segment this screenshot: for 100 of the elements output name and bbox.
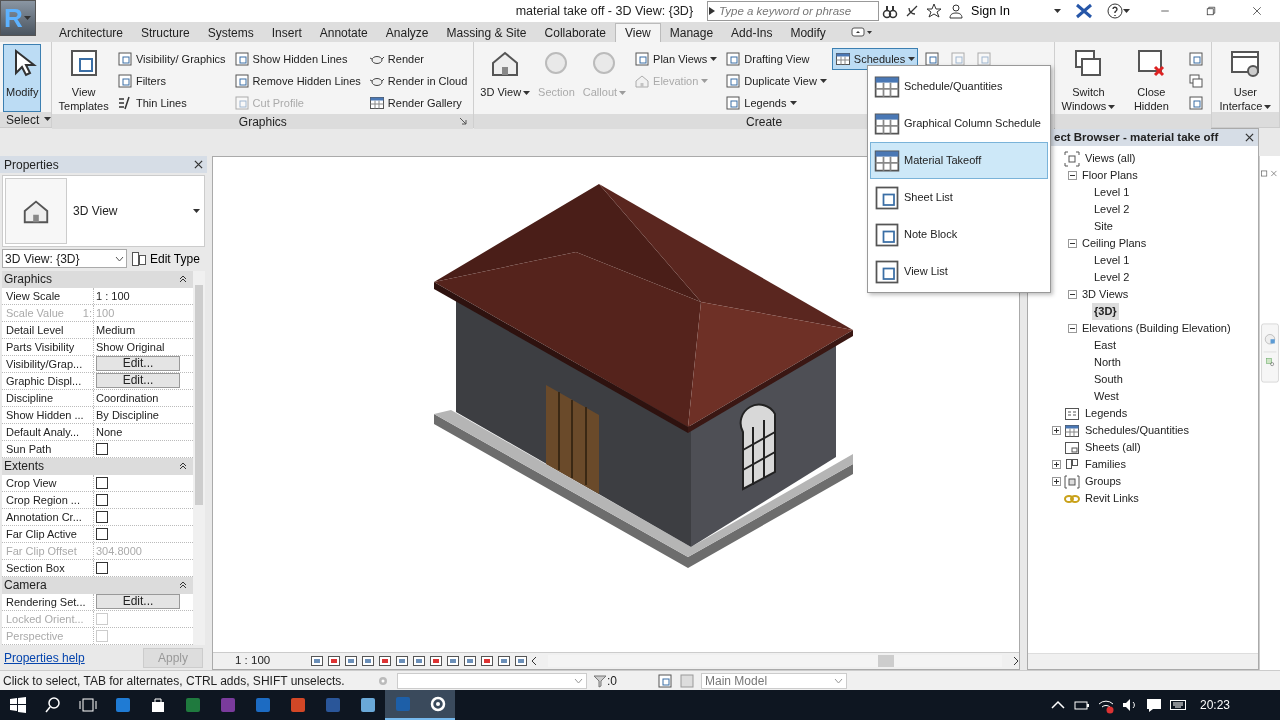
ribbon-button[interactable]: Close Hidden <box>1120 44 1182 112</box>
ribbon-tab[interactable]: Add-Ins <box>722 23 782 42</box>
app-icon[interactable] <box>253 696 272 714</box>
tree-item[interactable]: Groups <box>1083 473 1124 490</box>
scroll-bar[interactable] <box>548 655 1002 667</box>
checkbox[interactable] <box>96 527 108 540</box>
checkbox[interactable] <box>96 476 108 489</box>
ribbon-button[interactable]: Plan Views <box>631 48 721 70</box>
tree-item[interactable]: Revit Links <box>1083 490 1141 507</box>
ribbon-tab[interactable]: Massing & Site <box>437 23 536 42</box>
tree-item[interactable]: Sheets (all) <box>1083 439 1143 456</box>
view-icon[interactable] <box>1187 51 1204 67</box>
windows-icon[interactable] <box>1187 73 1204 89</box>
edit-button[interactable]: Edit... <box>96 356 180 372</box>
app-icon[interactable] <box>183 696 202 714</box>
close-icon[interactable] <box>1251 5 1263 17</box>
view-control-icon[interactable] <box>463 655 478 667</box>
search-icon[interactable] <box>43 696 62 714</box>
scroll-bar[interactable] <box>193 270 205 646</box>
instance-dropdown[interactable]: 3D View: {3D} <box>2 249 127 269</box>
view-control-icon[interactable] <box>310 655 325 667</box>
workset-dropdown[interactable]: Main Model <box>701 672 847 689</box>
expand-icon[interactable] <box>1052 460 1061 469</box>
ribbon-button[interactable]: Render <box>365 48 471 70</box>
menu-item[interactable]: Sheet List <box>870 179 1048 216</box>
view-control-icon[interactable] <box>514 655 529 667</box>
type-selector[interactable]: 3D View <box>2 175 205 247</box>
menu-item[interactable]: Graphical Column Schedule <box>870 105 1048 142</box>
edit-type-button[interactable]: Edit Type <box>131 249 200 268</box>
ribbon-button[interactable]: Legends <box>722 92 830 114</box>
task-view-icon[interactable] <box>78 696 97 714</box>
ribbon-tab[interactable]: Insert <box>262 23 311 42</box>
menu-item[interactable]: Material Takeoff <box>870 142 1048 179</box>
tree-item[interactable]: Site <box>1092 218 1115 235</box>
notification-icon[interactable] <box>1144 696 1163 714</box>
scroll-bar[interactable] <box>1028 653 1258 669</box>
tree-item[interactable]: {3D} <box>1092 303 1119 320</box>
tree-item[interactable]: Level 2 <box>1092 201 1132 218</box>
ribbon-button[interactable]: Duplicate View <box>722 70 830 92</box>
view-control-icon[interactable] <box>344 655 359 667</box>
app-icon[interactable] <box>218 696 237 714</box>
star-icon[interactable] <box>926 3 943 19</box>
close-icon[interactable] <box>194 160 203 169</box>
view-control-icon[interactable] <box>361 655 376 667</box>
checkbox[interactable] <box>96 493 108 506</box>
menu-item[interactable]: Note Block <box>870 216 1048 253</box>
ribbon-button[interactable]: Remove Hidden Lines <box>230 70 364 92</box>
dropdown-field[interactable] <box>397 672 587 689</box>
help-link[interactable]: Properties help <box>4 648 85 667</box>
menu-item[interactable]: View List <box>870 253 1048 290</box>
app-icon[interactable] <box>288 696 307 714</box>
scroll-left-icon[interactable] <box>531 657 538 665</box>
ribbon-tab[interactable]: Architecture <box>50 23 133 42</box>
collapse-icon[interactable] <box>179 581 187 590</box>
collapse-icon[interactable] <box>179 275 187 284</box>
search-field[interactable]: Type a keyword or phrase <box>707 1 880 21</box>
tree-item[interactable]: South <box>1092 371 1125 388</box>
view-control-icon[interactable] <box>446 655 461 667</box>
view-control-icon[interactable] <box>327 655 342 667</box>
tree-item[interactable]: Elevations (Building Elevation) <box>1080 320 1233 337</box>
ribbon-tab[interactable]: Manage <box>660 23 723 42</box>
tree-item[interactable]: Legends <box>1083 405 1130 422</box>
user-icon[interactable] <box>948 3 965 19</box>
ribbon-button[interactable]: Modify <box>3 44 42 112</box>
collapse-icon[interactable] <box>1068 171 1077 180</box>
editing-icon[interactable] <box>657 672 673 689</box>
ribbon-button[interactable]: Filters <box>113 70 229 92</box>
view-control-icon[interactable] <box>497 655 512 667</box>
launcher-icon[interactable] <box>460 118 468 125</box>
menu-item[interactable]: Schedule/Quantities <box>870 68 1048 105</box>
ribbon-tab[interactable]: Analyze <box>376 23 438 42</box>
panel-toggle-icon[interactable] <box>850 26 873 38</box>
tree-item[interactable]: Families <box>1083 456 1128 473</box>
restore-icon[interactable] <box>1261 170 1279 177</box>
sign-in-button[interactable]: Sign In <box>967 1 1014 21</box>
ribbon-button[interactable]: Render in Cloud <box>365 70 471 92</box>
tree-item[interactable]: 3D Views <box>1080 286 1131 303</box>
expand-icon[interactable] <box>1052 426 1061 435</box>
ribbon-button[interactable]: Switch Windows <box>1057 44 1119 112</box>
ribbon-tab[interactable]: Modify <box>781 23 835 42</box>
tree-item[interactable]: Level 1 <box>1092 252 1132 269</box>
ribbon-button[interactable]: Drafting View <box>722 48 830 70</box>
checkbox[interactable] <box>96 561 108 574</box>
view-icon[interactable] <box>1187 95 1204 111</box>
ribbon-tab[interactable]: Systems <box>198 23 263 42</box>
ribbon-button[interactable]: 3D View <box>477 44 534 112</box>
collapse-icon[interactable] <box>1068 324 1077 333</box>
ribbon-button[interactable]: Visibility/ Graphics <box>113 48 229 70</box>
view-icon[interactable] <box>924 51 941 67</box>
ribbon-tab[interactable]: Structure <box>132 23 199 42</box>
tree-item[interactable]: Views (all) <box>1083 150 1138 167</box>
help-icon[interactable] <box>1107 3 1123 19</box>
view-control-icon[interactable] <box>378 655 393 667</box>
app-icon[interactable] <box>323 696 342 714</box>
tree-item[interactable]: Floor Plans <box>1080 167 1140 184</box>
tree-item[interactable]: Ceiling Plans <box>1080 235 1149 252</box>
expand-icon[interactable] <box>1052 477 1061 486</box>
restore-icon[interactable] <box>1205 5 1217 17</box>
edit-button[interactable]: Edit... <box>96 594 180 610</box>
windows-logo-icon[interactable] <box>8 696 27 714</box>
